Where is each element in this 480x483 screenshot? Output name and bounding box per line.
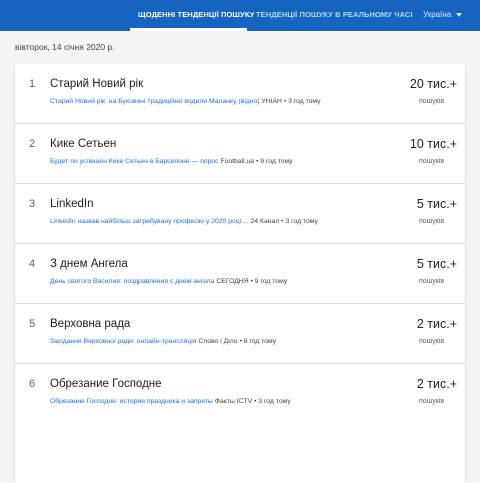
article-source: Football.ua • 9 год тому [220, 158, 293, 165]
article-source: Факты ICTV • 3 год тому [214, 398, 291, 405]
trend-article: Старий Новий рік: на Буковині традиційно… [50, 98, 321, 105]
trends-list: 1 Старий Новий рік Старий Новий рік: на … [15, 64, 465, 483]
search-count-label: пошуків [419, 98, 445, 105]
trend-rank: 4 [29, 258, 36, 270]
search-count: 5 тис.+ [416, 257, 457, 271]
date-heading: вівторок, 14 січня 2020 р. [15, 42, 115, 52]
trend-article: LinkedIn назвав найбільш затребувану про… [50, 218, 318, 225]
trend-row[interactable]: 6 Обрезание Господне Обрезание Господне:… [15, 364, 465, 424]
trend-row[interactable]: 4 З днем Ангела День святого Василия: по… [15, 244, 465, 304]
search-count-label: пошуків [419, 338, 445, 345]
dropdown-arrow-icon[interactable] [456, 13, 462, 17]
article-link[interactable]: Будет ли успешен Кике Сетьен в Барселоне… [50, 158, 219, 165]
tab-daily-trends[interactable]: ЩОДЕННІ ТЕНДЕНЦІЇ ПОШУКУ [138, 10, 254, 19]
trend-row[interactable]: 2 Кике Сетьен Будет ли успешен Кике Сеть… [15, 124, 465, 184]
article-link[interactable]: LinkedIn назвав найбільш затребувану про… [50, 218, 249, 225]
article-link[interactable]: Засідання Верховної ради: онлайн-трансля… [50, 338, 196, 345]
trend-title[interactable]: Обрезание Господне [50, 378, 162, 390]
trend-title[interactable]: LinkedIn [50, 198, 93, 210]
country-selector[interactable]: Україна [423, 10, 451, 19]
trend-title[interactable]: Кике Сетьен [50, 138, 116, 150]
trend-rank: 3 [29, 198, 36, 210]
trend-title[interactable]: З днем Ангела [50, 258, 128, 270]
trend-row[interactable]: 1 Старий Новий рік Старий Новий рік: на … [15, 64, 465, 124]
article-source: СЕГОДНЯ • 9 год тому [216, 278, 288, 285]
top-nav-bar: ЩОДЕННІ ТЕНДЕНЦІЇ ПОШУКУ ТЕНДЕНЦІЇ ПОШУК… [0, 0, 480, 31]
trend-article: Засідання Верховної ради: онлайн-трансля… [50, 338, 276, 345]
search-count: 10 тис.+ [409, 137, 457, 151]
search-count: 2 тис.+ [416, 377, 457, 391]
article-source: УНІАН • 3 год тому [261, 98, 321, 105]
active-tab-indicator [130, 28, 247, 31]
search-count: 2 тис.+ [416, 317, 457, 331]
trend-title[interactable]: Старий Новий рік [50, 78, 143, 90]
trend-row[interactable]: 5 Верховна рада Засідання Верховної ради… [15, 304, 465, 364]
trend-title[interactable]: Верховна рада [50, 318, 130, 330]
article-source: 24 Канал • 3 год тому [250, 218, 318, 225]
search-count: 20 тис.+ [409, 77, 457, 91]
trend-rank: 6 [29, 378, 36, 390]
tab-realtime-trends[interactable]: ТЕНДЕНЦІЇ ПОШУКУ В РЕАЛЬНОМУ ЧАСІ [256, 10, 413, 19]
search-count: 5 тис.+ [416, 197, 457, 211]
article-source: Слово і Діло • 6 год тому [198, 338, 277, 345]
search-count-label: пошуків [419, 158, 445, 165]
article-link[interactable]: Старий Новий рік: на Буковині традиційно… [50, 98, 260, 105]
trend-article: Будет ли успешен Кике Сетьен в Барселоне… [50, 158, 293, 165]
trend-rank: 1 [29, 78, 36, 90]
search-count-label: пошуків [419, 278, 445, 285]
trend-row[interactable]: 3 LinkedIn LinkedIn назвав найбільш затр… [15, 184, 465, 244]
trend-article: Обрезание Господне: история праздника и … [50, 398, 291, 405]
search-count-label: пошуків [419, 218, 445, 225]
article-link[interactable]: День святого Василия: поздравления с дне… [50, 278, 214, 285]
trend-rank: 5 [29, 318, 36, 330]
trend-article: День святого Василия: поздравления с дне… [50, 278, 287, 285]
article-link[interactable]: Обрезание Господне: история праздника и … [50, 398, 213, 405]
search-count-label: пошуків [419, 398, 445, 405]
trend-rank: 2 [29, 138, 36, 150]
